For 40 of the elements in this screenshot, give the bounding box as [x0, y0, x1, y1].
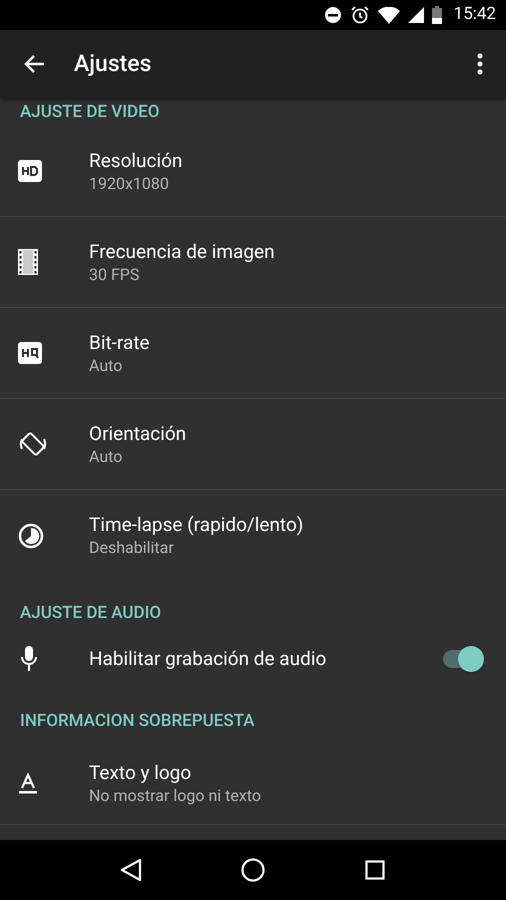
toolbar-title: Ajustes — [74, 48, 152, 79]
status-time: 15:42 — [454, 3, 496, 26]
do-not-disturb-icon — [324, 6, 342, 24]
microphone-icon — [20, 645, 38, 673]
triangle-icon — [120, 858, 142, 882]
preference-row[interactable]: Orientación Auto — [0, 399, 506, 490]
more-icon — [477, 53, 483, 75]
preference-row[interactable]: Habilitar grabación de audio — [0, 635, 506, 683]
preference-row[interactable]: Frecuencia de imagen 30 FPS — [0, 217, 506, 308]
section-header: AJUSTE DE VIDEO — [20, 102, 160, 122]
preference-row[interactable]: Texto y logo No mostrar logo ni texto — [0, 743, 506, 825]
section-header: AJUSTE DE AUDIO — [20, 603, 162, 623]
preference-title: Texto y logo — [89, 760, 192, 785]
hq-icon — [18, 342, 42, 364]
square-icon — [365, 860, 385, 880]
battery-icon — [432, 6, 442, 24]
timer-icon — [18, 522, 44, 548]
preference-title: Frecuencia de imagen — [89, 238, 275, 264]
wifi-icon — [378, 6, 400, 24]
preference-row[interactable]: Resolución 1920x1080 — [0, 126, 506, 217]
circle-icon — [241, 858, 265, 882]
film-icon — [18, 249, 38, 275]
preference-summary: Auto — [89, 446, 124, 468]
section-header: INFORMACION SOBREPUESTA — [20, 711, 256, 731]
preference-summary: 1920x1080 — [89, 172, 170, 194]
preference-summary: No mostrar logo ni texto — [89, 785, 262, 807]
preference-title: Habilitar grabación de audio — [89, 646, 328, 672]
hd-icon — [18, 160, 42, 182]
preference-summary: Deshabilitar — [89, 537, 175, 559]
preference-row[interactable]: Bit-rate Auto — [0, 308, 506, 399]
preference-summary: Auto — [89, 354, 124, 376]
preference-row[interactable]: Time-lapse (rapido/lento) Deshabilitar — [0, 490, 506, 581]
preference-summary: 30 FPS — [89, 264, 140, 286]
preference-title: Bit-rate — [89, 330, 150, 354]
preference-title: Orientación — [89, 420, 186, 446]
signal-icon — [408, 7, 424, 23]
text-format-icon — [18, 772, 38, 794]
preference-title: Time-lapse (rapido/lento) — [89, 512, 304, 537]
alarm-icon — [350, 5, 370, 25]
preference-title: Resolución — [89, 148, 182, 172]
